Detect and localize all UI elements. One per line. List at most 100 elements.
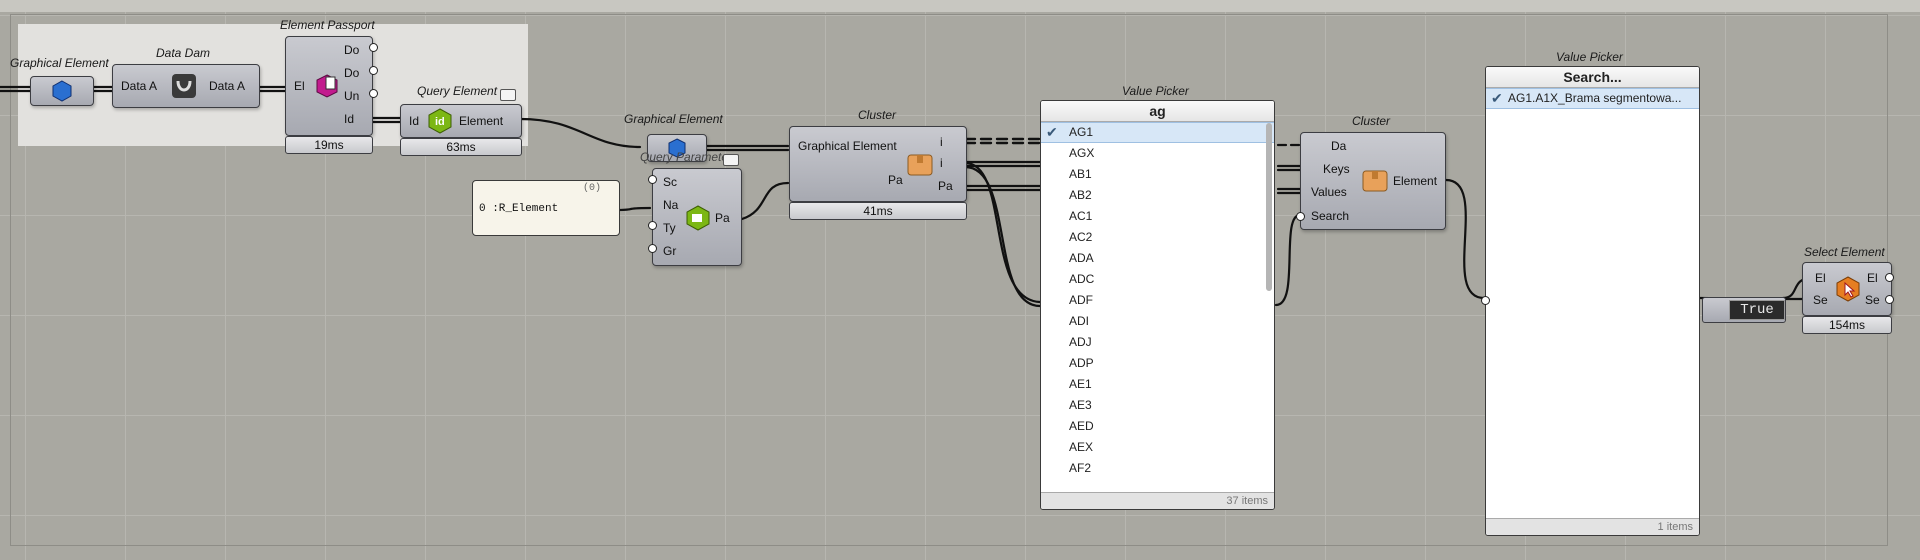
value-picker-1-item[interactable]: ADA <box>1041 248 1274 269</box>
data-dam-title: Data Dam <box>156 46 211 60</box>
query-element-title: Query Element <box>417 84 498 98</box>
query-element-input: Id <box>409 114 420 128</box>
value-picker-1-item[interactable]: AB2 <box>1041 185 1274 206</box>
data-dam[interactable]: Data A Data A <box>112 64 260 108</box>
qp-input-gr: Gr <box>663 244 677 258</box>
value-picker-1-item[interactable]: AE1 <box>1041 374 1274 395</box>
query-element[interactable]: Id id Element <box>400 104 522 138</box>
value-picker-2-item[interactable]: ✔ AG1.A1X_Brama segmentowa... <box>1486 88 1699 109</box>
port[interactable] <box>648 244 657 253</box>
value-picker-1-count: 37 items <box>1041 492 1274 509</box>
value-picker-1-item[interactable]: ADC <box>1041 269 1274 290</box>
value-picker-1-item-label: AB2 <box>1069 188 1092 202</box>
graphical-element-1[interactable] <box>30 76 94 106</box>
value-picker-1-item[interactable]: AC1 <box>1041 206 1274 227</box>
checkmark-icon: ✔ <box>1046 124 1058 140</box>
value-picker-1-scrollbar[interactable] <box>1266 123 1272 291</box>
checkmark-icon: ✔ <box>1491 90 1503 106</box>
value-picker-1-item[interactable]: ADP <box>1041 353 1274 374</box>
cluster-1-title: Cluster <box>858 108 897 122</box>
cluster-2[interactable]: Da Keys Values Search Element <box>1300 132 1446 230</box>
cluster-1[interactable]: Graphical Element Pa i i Pa <box>789 126 967 202</box>
element-passport-time: 19ms <box>285 136 373 154</box>
passport-output-do-2: Do <box>344 66 360 80</box>
cluster-1-input-graphical-element: Graphical Element <box>798 139 897 153</box>
value-picker-2[interactable]: Search... ✔ AG1.A1X_Brama segmentowa... 1… <box>1485 66 1700 536</box>
port[interactable] <box>648 175 657 184</box>
data-dam-input: Data A <box>121 79 158 93</box>
value-picker-1-item-label: AG1 <box>1069 125 1094 139</box>
select-element[interactable]: El Se El Se <box>1802 262 1892 316</box>
passport-icon <box>316 74 338 98</box>
value-picker-1-item[interactable]: ADI <box>1041 311 1274 332</box>
value-picker-1-item[interactable]: AGX <box>1041 143 1274 164</box>
value-picker-1[interactable]: ag ✔ AG1 AGX AB1 AB2 AC1 AC2 ADA ADC ADF ADI ADJ ADP… <box>1040 100 1275 510</box>
value-picker-1-item-label: AC2 <box>1069 230 1093 244</box>
element-passport[interactable]: El Do Do Un Id <box>285 36 373 136</box>
value-picker-1-item-label: AF2 <box>1069 461 1092 475</box>
value-picker-1-item[interactable]: AEX <box>1041 437 1274 458</box>
port[interactable] <box>1296 212 1305 221</box>
value-picker-1-item[interactable]: AED <box>1041 416 1274 437</box>
value-picker-1-item-label: AE3 <box>1069 398 1092 412</box>
cluster-2-input-da: Da <box>1331 139 1347 153</box>
passport-input-el: El <box>294 79 305 93</box>
cluster-2-input-values: Values <box>1311 185 1347 199</box>
query-parameters[interactable]: Sc Na Ty Gr Pa <box>652 168 742 266</box>
cluster-1-output-pa: Pa <box>938 179 953 193</box>
value-picker-1-item-label: AB1 <box>1069 167 1092 181</box>
port[interactable] <box>648 221 657 230</box>
value-picker-1-title: Value Picker <box>1122 84 1189 98</box>
box-icon <box>1362 170 1388 192</box>
qp-input-sc: Sc <box>663 175 678 189</box>
value-picker-2-count: 1 items <box>1486 518 1699 535</box>
query-element-output: Element <box>459 114 504 128</box>
hexagon-icon <box>52 80 72 102</box>
value-picker-2-item-label: AG1.A1X_Brama segmentowa... <box>1508 91 1682 105</box>
port[interactable] <box>369 43 378 52</box>
value-picker-2-search[interactable]: Search... <box>1486 67 1699 88</box>
value-picker-1-item[interactable]: ADJ <box>1041 332 1274 353</box>
value-picker-1-item-label: AC1 <box>1069 209 1093 223</box>
parameters-icon <box>686 205 710 231</box>
select-element-title: Select Element <box>1804 245 1885 259</box>
query-element-chip[interactable] <box>500 89 516 101</box>
graphical-element-1-title: Graphical Element <box>10 56 109 70</box>
passport-output-un: Un <box>344 89 360 103</box>
value-picker-1-item[interactable]: AB1 <box>1041 164 1274 185</box>
value-picker-1-list[interactable]: ✔ AG1 AGX AB1 AB2 AC1 AC2 ADA ADC ADF ADI ADJ ADP AE1… <box>1041 122 1274 479</box>
select-element-output-el: El <box>1867 271 1878 285</box>
value-picker-1-item[interactable]: AC2 <box>1041 227 1274 248</box>
value-picker-2-title: Value Picker <box>1556 50 1623 64</box>
value-picker-1-item-label: AGX <box>1069 146 1095 160</box>
dam-icon <box>172 74 196 98</box>
value-picker-1-search[interactable]: ag <box>1041 101 1274 122</box>
cluster-2-title: Cluster <box>1352 114 1391 128</box>
select-element-time: 154ms <box>1802 316 1892 334</box>
value-picker-1-item-label: ADI <box>1069 314 1090 328</box>
port[interactable] <box>1885 273 1894 282</box>
query-parameters-chip[interactable] <box>723 154 739 166</box>
text-panel[interactable]: (0) 0 :R_Element <box>472 180 620 236</box>
value-picker-1-item-label: AEX <box>1069 440 1094 454</box>
svg-text:id: id <box>435 116 445 128</box>
value-picker-2-list[interactable]: ✔ AG1.A1X_Brama segmentowa... <box>1486 88 1699 109</box>
value-picker-1-item[interactable]: AE3 <box>1041 395 1274 416</box>
port[interactable] <box>369 66 378 75</box>
query-element-time: 63ms <box>400 138 522 156</box>
boolean-toggle[interactable]: True <box>1702 297 1786 323</box>
port[interactable] <box>1481 296 1490 305</box>
cluster-1-output-i-2: i <box>940 156 943 170</box>
cluster-2-output-element: Element <box>1393 174 1438 188</box>
port[interactable] <box>1885 295 1894 304</box>
box-icon <box>907 154 933 176</box>
toggle-value[interactable]: True <box>1729 300 1785 320</box>
cluster-1-output-i-1: i <box>940 135 943 149</box>
port[interactable] <box>369 89 378 98</box>
value-picker-1-item[interactable]: ADF <box>1041 290 1274 311</box>
value-picker-1-item[interactable]: AF2 <box>1041 458 1274 479</box>
id-icon: id <box>428 108 452 134</box>
value-picker-1-item[interactable]: ✔ AG1 <box>1041 122 1274 143</box>
panel-text: 0 :R_Element <box>479 203 559 215</box>
select-element-input-se: Se <box>1813 293 1828 307</box>
